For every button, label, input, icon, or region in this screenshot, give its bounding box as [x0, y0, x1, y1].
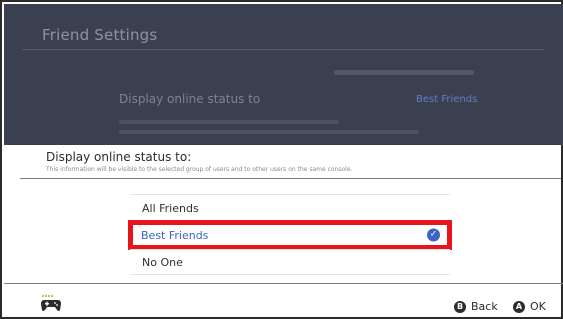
- dialog-subtitle: This information will be visible to the …: [46, 166, 353, 173]
- ok-label: OK: [530, 300, 546, 313]
- a-button-icon: A: [513, 300, 525, 313]
- back-label: Back: [471, 300, 498, 313]
- option-label: No One: [142, 256, 183, 269]
- option-separator: [130, 274, 450, 275]
- background-row-label: Display online status to: [119, 92, 261, 106]
- option-label: All Friends: [142, 202, 199, 215]
- dialog-title: Display online status to:: [46, 150, 192, 164]
- option-best-friends[interactable]: Best Friends ✓: [128, 220, 452, 250]
- ok-button[interactable]: A OK: [513, 300, 546, 313]
- background-divider: [22, 49, 544, 50]
- back-button[interactable]: B Back: [454, 300, 498, 313]
- option-label: Best Friends: [141, 228, 209, 242]
- app-window: Friend Settings Display online status to…: [0, 0, 563, 319]
- background-row-value: Best Friends: [416, 94, 478, 105]
- controller-icon: [41, 295, 61, 311]
- dialog-divider: [20, 178, 561, 179]
- b-button-icon: B: [454, 300, 466, 313]
- background-title: Friend Settings: [42, 26, 158, 44]
- background-screen: Friend Settings Display online status to…: [4, 4, 563, 145]
- option-all-friends[interactable]: All Friends: [130, 196, 450, 221]
- background-faded-line: [119, 120, 339, 124]
- option-no-one[interactable]: No One: [130, 250, 450, 275]
- footer-divider: [4, 283, 563, 284]
- background-faded-text: [334, 70, 474, 75]
- background-faded-line: [119, 130, 419, 134]
- checkmark-icon: ✓: [427, 228, 440, 242]
- option-separator: [130, 194, 450, 195]
